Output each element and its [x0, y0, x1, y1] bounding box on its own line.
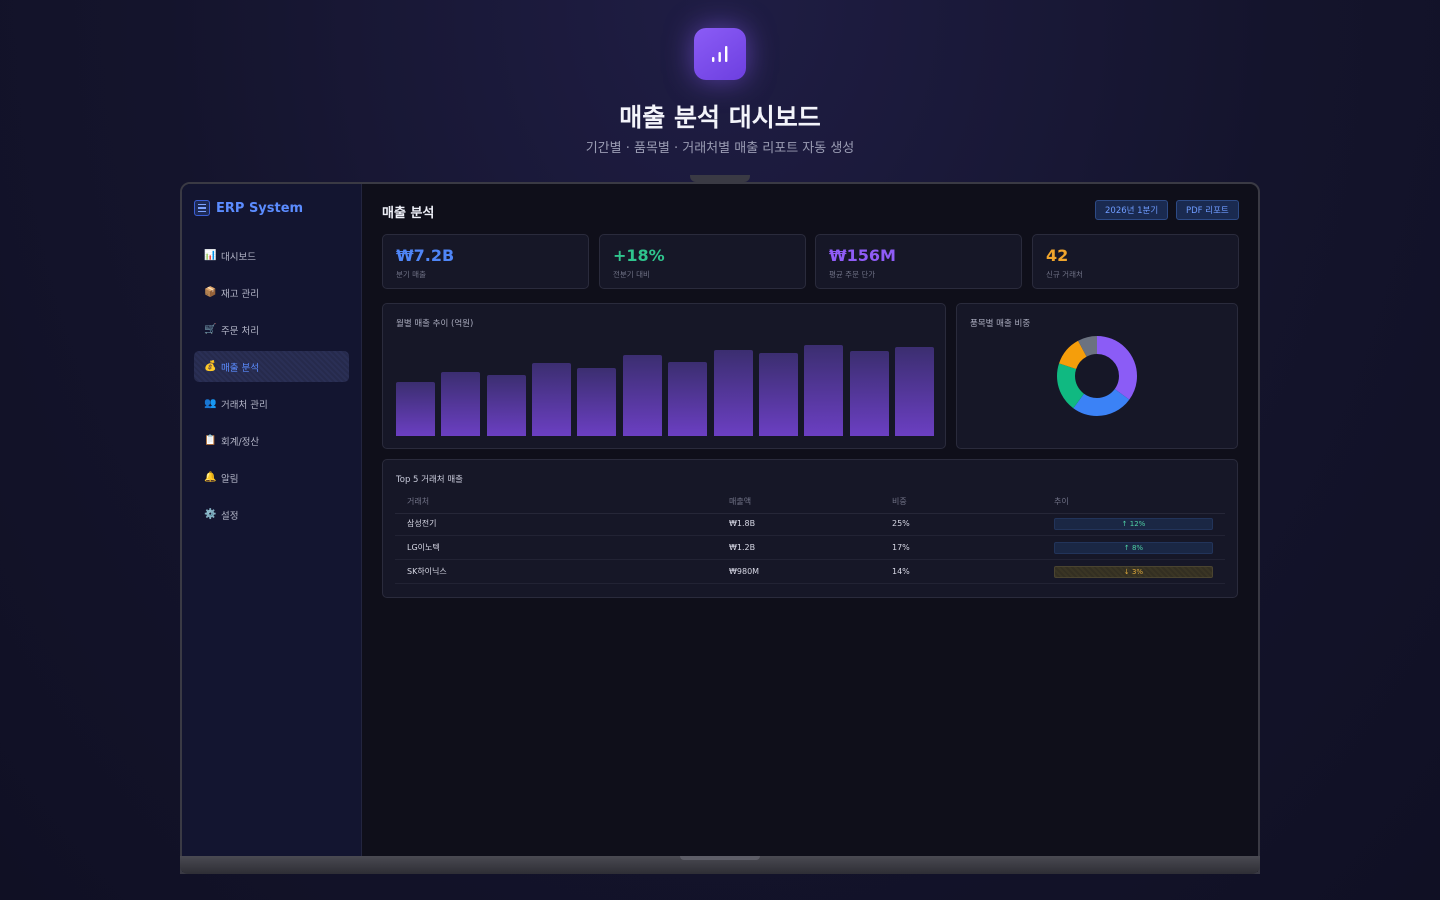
column-header[interactable]: 추이 [1054, 496, 1069, 507]
client-amount: ₩980M [729, 567, 760, 576]
client-name: LG이노텍 [407, 543, 440, 552]
bar-month-12[interactable] [894, 346, 934, 436]
sidebar-item-accounting[interactable]: 📋 회계/정산 [194, 425, 349, 456]
kpi-value: 42 [1046, 246, 1069, 265]
cart-icon: 🛒 [204, 324, 217, 335]
hero-title: 매출 분석 대시보드 [619, 103, 821, 132]
bar-month-1[interactable] [396, 382, 436, 436]
laptop-camera-notch [690, 175, 750, 182]
monthly-sales-chart-card: 월별 매출 추이 (억원) [382, 303, 946, 449]
sidebar-item-label: 회계/정산 [221, 436, 260, 448]
money-bag-icon: 💰 [204, 361, 217, 372]
sidebar-item-label: 알림 [221, 473, 239, 485]
table-row[interactable]: 삼성전기 ₩1.8B 25% ↑ 12% [395, 512, 1225, 536]
sidebar-item-clients[interactable]: 👥 거래처 관리 [194, 388, 349, 419]
sidebar-item-label: 주문 처리 [221, 325, 259, 337]
clipboard-icon: 📋 [204, 435, 217, 446]
period-select-button[interactable]: 2026년 1분기 [1095, 200, 1169, 220]
bell-icon: 🔔 [204, 472, 217, 483]
trend-badge: ↑ 12% [1054, 518, 1213, 530]
bar-month-5[interactable] [577, 367, 617, 436]
sidebar-item-inventory[interactable]: 📦 재고 관리 [194, 277, 349, 308]
bar-month-11[interactable] [849, 350, 889, 436]
client-amount: ₩1.2B [729, 543, 756, 552]
bar-month-10[interactable] [804, 344, 844, 436]
top-clients-card: Top 5 거래처 매출 거래처 매출액 비중 추이 삼성전기 ₩1.8B 25… [382, 459, 1238, 598]
sidebar-item-label: 설정 [221, 510, 239, 522]
sidebar-item-label: 거래처 관리 [221, 399, 268, 411]
gear-icon: ⚙️ [204, 509, 217, 520]
bar-month-8[interactable] [713, 349, 753, 436]
kpi-label: 전분기 대비 [613, 270, 650, 279]
table-title: Top 5 거래처 매출 [396, 475, 463, 485]
kpi-card-new-clients: 42 신규 거래처 [1032, 234, 1239, 289]
category-share-chart-card: 품목별 매출 비중 [956, 303, 1238, 449]
client-share: 17% [892, 543, 910, 552]
trend-badge: ↓ 3% [1054, 566, 1213, 578]
bar-month-3[interactable] [486, 374, 526, 436]
kpi-card-quarter-sales: ₩7.2B 분기 매출 [382, 234, 589, 289]
laptop-screen: ERP System 📊 대시보드 📦 재고 관리 🛒 주문 처리 💰 매출 분… [180, 182, 1260, 874]
table-row[interactable]: SK하이닉스 ₩980M 14% ↓ 3% [395, 560, 1225, 584]
bar-month-9[interactable] [758, 353, 798, 436]
sidebar-item-settings[interactable]: ⚙️ 설정 [194, 499, 349, 530]
kpi-label: 분기 매출 [396, 270, 426, 279]
table-row[interactable]: LG이노텍 ₩1.2B 17% ↑ 8% [395, 536, 1225, 560]
trend-badge: ↑ 8% [1054, 542, 1213, 554]
sidebar-item-sales-analysis[interactable]: 💰 매출 분석 [194, 351, 349, 382]
chart-icon: 📊 [204, 250, 217, 261]
sidebar-nav: 📊 대시보드 📦 재고 관리 🛒 주문 처리 💰 매출 분석 👥 거래처 관리 … [194, 240, 349, 536]
main-content: 매출 분석 2026년 1분기 PDF 리포트 ₩7.2B 분기 매출 +18%… [362, 184, 1258, 872]
client-amount: ₩1.8B [729, 519, 756, 528]
sidebar-item-dashboard[interactable]: 📊 대시보드 [194, 240, 349, 271]
kpi-card-growth: +18% 전분기 대비 [599, 234, 806, 289]
bar-chart-icon [712, 46, 728, 62]
bar-month-2[interactable] [441, 371, 481, 436]
sidebar-item-label: 대시보드 [221, 251, 256, 263]
kpi-value: ₩156M [829, 246, 896, 265]
app-logo [694, 28, 746, 80]
monthly-sales-bars [396, 340, 934, 436]
sidebar-item-label: 매출 분석 [221, 362, 259, 374]
client-share: 25% [892, 519, 910, 528]
bar-month-4[interactable] [532, 363, 572, 436]
kpi-label: 평균 주문 단가 [829, 270, 876, 279]
table-header: 거래처 매출액 비중 추이 [395, 490, 1225, 514]
client-name: 삼성전기 [407, 519, 437, 528]
donut-chart [1056, 335, 1138, 421]
users-icon: 👥 [204, 398, 217, 409]
client-share: 14% [892, 567, 910, 576]
column-header[interactable]: 매출액 [729, 496, 751, 507]
kpi-label: 신규 거래처 [1046, 270, 1083, 279]
sidebar-item-notifications[interactable]: 🔔 알림 [194, 462, 349, 493]
sidebar: ERP System 📊 대시보드 📦 재고 관리 🛒 주문 처리 💰 매출 분… [182, 184, 362, 872]
laptop-base-groove [680, 856, 760, 860]
pdf-report-button[interactable]: PDF 리포트 [1176, 200, 1239, 220]
menu-list-icon [194, 200, 210, 216]
chart-title: 월별 매출 추이 (억원) [396, 319, 474, 329]
kpi-value: +18% [613, 246, 665, 265]
brand[interactable]: ERP System [194, 200, 303, 216]
hero-subtitle: 기간별 · 품목별 · 거래처별 매출 리포트 자동 생성 [585, 141, 855, 156]
kpi-value: ₩7.2B [396, 246, 455, 265]
column-header[interactable]: 거래처 [407, 496, 429, 507]
kpi-card-avg-order: ₩156M 평균 주문 단가 [815, 234, 1022, 289]
chart-title: 품목별 매출 비중 [970, 319, 1031, 329]
sidebar-item-label: 재고 관리 [221, 288, 259, 300]
package-icon: 📦 [204, 287, 217, 298]
bar-month-7[interactable] [668, 362, 708, 436]
client-name: SK하이닉스 [407, 567, 447, 576]
brand-name: ERP System [216, 200, 304, 216]
column-header[interactable]: 비중 [892, 496, 907, 507]
page-title: 매출 분석 [382, 206, 435, 221]
sidebar-item-orders[interactable]: 🛒 주문 처리 [194, 314, 349, 345]
bar-month-6[interactable] [622, 355, 662, 436]
